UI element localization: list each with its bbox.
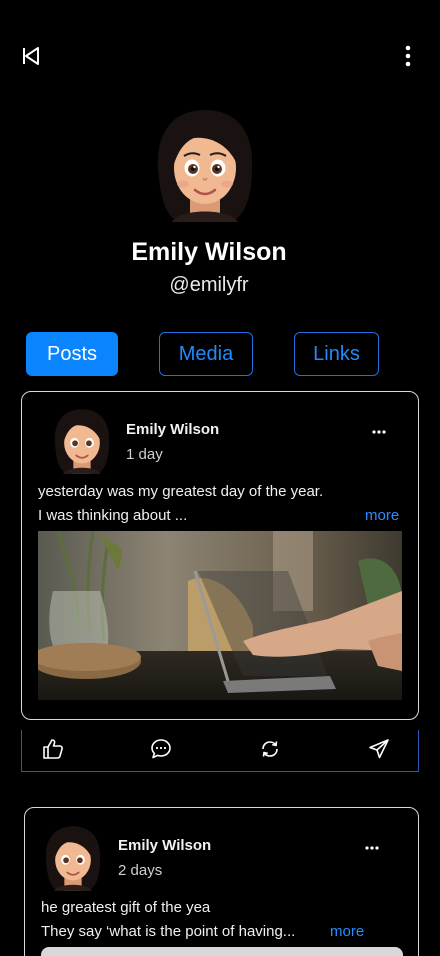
back-arrow-icon — [22, 46, 42, 71]
like-button[interactable] — [40, 738, 66, 764]
more-horizontal-icon — [365, 837, 379, 855]
tab-posts[interactable]: Posts — [26, 332, 118, 376]
post-action-bar — [21, 730, 419, 772]
post-author-avatar[interactable] — [41, 824, 105, 892]
profile-name: Emily Wilson — [131, 238, 287, 266]
tab-links[interactable]: Links — [294, 332, 379, 376]
post-image[interactable] — [41, 947, 403, 956]
send-icon — [367, 737, 391, 766]
post-author-name[interactable]: Emily Wilson — [118, 837, 211, 854]
post-text-line: They say ‘what is the point of having... — [41, 923, 296, 940]
post-timestamp: 2 days — [118, 862, 163, 879]
thumbs-up-icon — [41, 737, 65, 766]
post-image[interactable] — [38, 531, 402, 700]
options-menu-button[interactable] — [396, 44, 420, 72]
post-author-avatar[interactable] — [50, 407, 114, 475]
post-text-line: he greatest gift of the yea — [41, 899, 211, 916]
read-more-link[interactable]: more — [330, 923, 364, 940]
comment-button[interactable] — [148, 738, 174, 764]
comment-icon — [149, 737, 173, 766]
repost-button[interactable] — [257, 738, 283, 764]
top-bar — [0, 0, 440, 110]
post-text-line: I was thinking about ... — [38, 507, 188, 524]
post-text-line: yesterday was my greatest day of the yea… — [38, 483, 324, 500]
post-options-button[interactable] — [361, 838, 383, 854]
repost-icon — [258, 737, 282, 766]
post-timestamp: 1 day — [126, 446, 163, 463]
post-card: Emily Wilson 2 days he greatest gift of … — [24, 807, 419, 956]
profile-handle: @emilyfr — [169, 274, 249, 296]
more-vertical-icon — [405, 45, 411, 72]
post-options-button[interactable] — [368, 422, 390, 438]
post-author-name[interactable]: Emily Wilson — [126, 421, 219, 438]
profile-avatar — [150, 106, 260, 224]
read-more-link[interactable]: more — [365, 507, 399, 524]
back-button[interactable] — [20, 46, 44, 70]
post-card: Emily Wilson 1 day yesterday was my grea… — [21, 391, 419, 720]
tab-media[interactable]: Media — [159, 332, 253, 376]
share-button[interactable] — [366, 738, 392, 764]
more-horizontal-icon — [372, 421, 386, 439]
